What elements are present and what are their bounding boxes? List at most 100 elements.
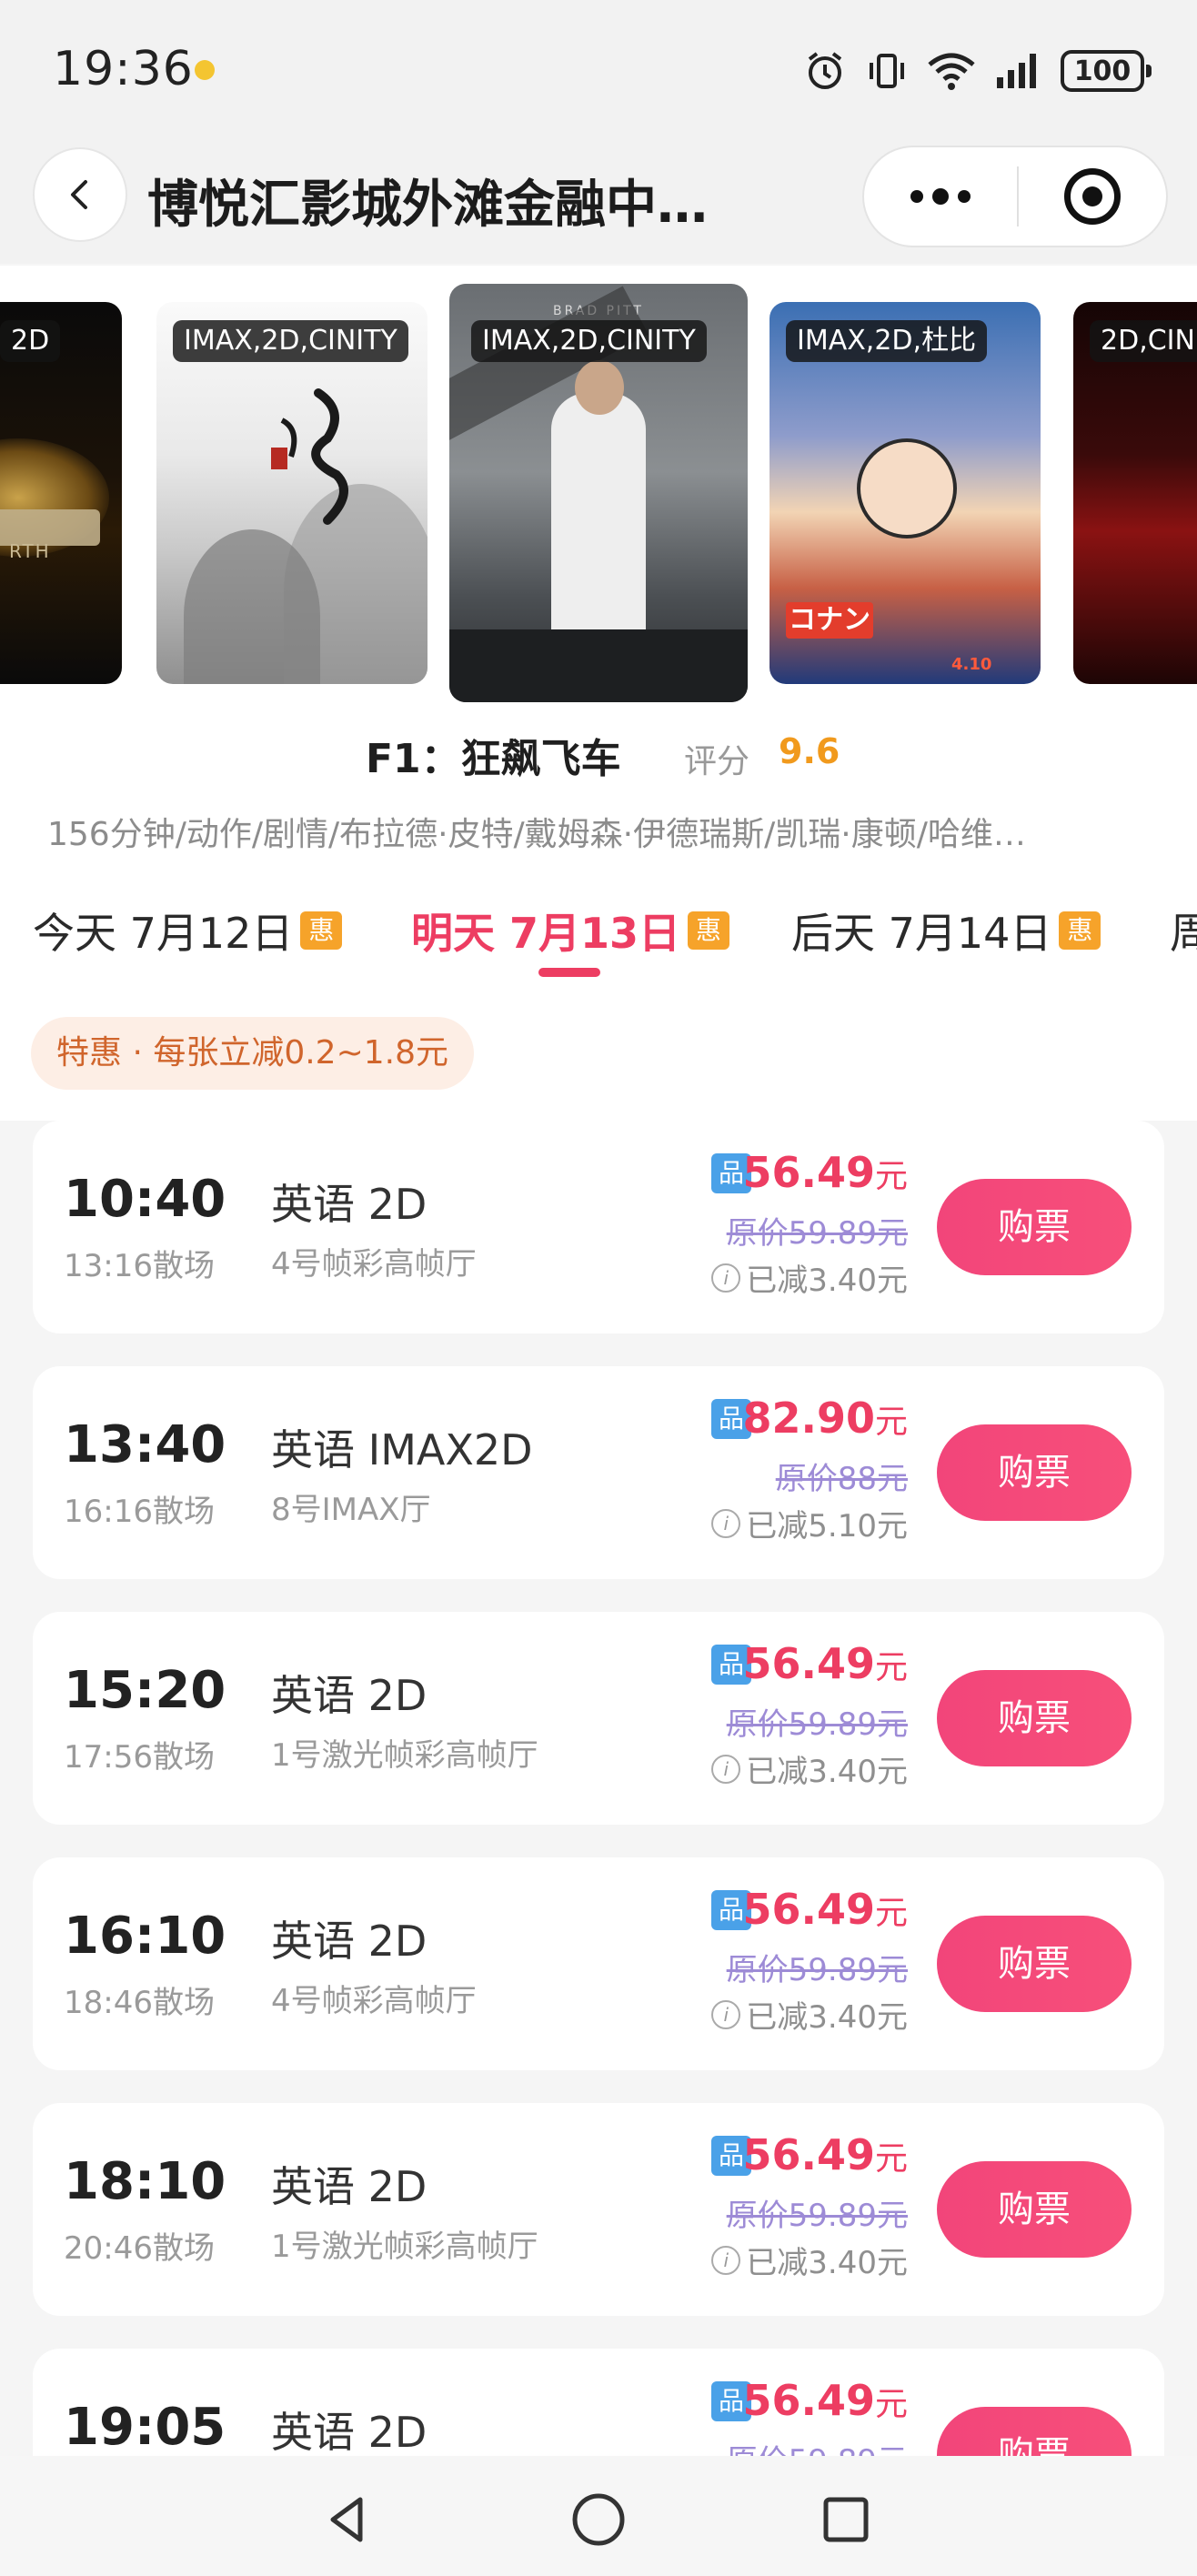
original-price: 原价59.89元	[727, 2436, 908, 2456]
rating-label: 评分	[684, 743, 750, 780]
poster-card[interactable]: RTH 2D	[0, 302, 122, 684]
tab-today[interactable]: 今天 7月12日 惠	[33, 897, 343, 964]
showtime-card[interactable]: 10:40 13:16散场 英语 2D 4号帧彩高帧厅 品 56.49元 原价5…	[33, 1121, 1164, 1333]
show-end-time: 17:56散场	[64, 1739, 215, 1776]
showtime-card[interactable]: 18:10 20:46散场 英语 2D 1号激光帧彩高帧厅 品 56.49元 原…	[33, 2103, 1164, 2316]
showtime-list[interactable]: 10:40 13:16散场 英语 2D 4号帧彩高帧厅 品 56.49元 原价5…	[0, 1121, 1197, 2456]
show-hall: 1号激光帧彩高帧厅	[271, 2229, 538, 2265]
home-nav-button[interactable]	[562, 2483, 635, 2556]
poster-logo: コナン	[786, 602, 873, 639]
poster-format-tag: 2D	[0, 320, 61, 362]
discount-amount: i 已减3.40元	[711, 1992, 908, 2037]
discount-amount: i 已减5.10元	[711, 1501, 908, 1545]
vibrate-icon	[870, 54, 904, 88]
poster-art	[449, 629, 748, 702]
current-price: 56.49元	[742, 1639, 908, 1688]
close-mini-program-button[interactable]	[1019, 147, 1166, 246]
buy-ticket-button[interactable]: 购票	[937, 2407, 1132, 2456]
discount-badge: 惠	[688, 911, 730, 950]
page-title: 博悦汇影城外滩金融中…	[147, 176, 708, 235]
original-price: 原价59.89元	[726, 1215, 908, 1252]
tab-tomorrow[interactable]: 明天 7月13日 惠	[411, 897, 730, 964]
active-tab-indicator	[538, 968, 600, 977]
showtime-card[interactable]: 16:10 18:46散场 英语 2D 4号帧彩高帧厅 品 56.49元 原价5…	[33, 1857, 1164, 2070]
showtime-card[interactable]: 19:05 英语 2D 品 56.49元 原价59.89元 购票	[33, 2349, 1164, 2456]
original-price: 原价59.89元	[726, 2198, 908, 2234]
tab-label: 后天 7月14日	[791, 909, 1052, 958]
poster-card[interactable]: IMAX,2D,CINITY	[156, 302, 428, 684]
triangle-back-icon	[330, 2497, 363, 2542]
show-language-format: 英语 2D	[271, 1917, 428, 1966]
price-box: 品 56.49元 原价59.89元 i 已减3.40元	[689, 1148, 908, 1308]
poster-card[interactable]: コナン 4.10 IMAX,2D,杜比	[770, 302, 1041, 684]
show-language-format: 英语 2D	[271, 2408, 428, 2456]
movie-info[interactable]: 156分钟/动作/剧情/布拉德·皮特/戴姆森·伊德瑞斯/凯瑞·康顿/哈维…	[47, 808, 1150, 855]
info-icon[interactable]: i	[711, 1754, 741, 1784]
tab-label: 周	[1170, 909, 1197, 958]
square-recents-icon	[823, 2497, 869, 2542]
show-hall: 4号帧彩高帧厅	[271, 1246, 477, 1283]
price-box: 品 82.90元 原价88元 i 已减5.10元	[689, 1394, 908, 1554]
discount-badge: 惠	[1059, 911, 1101, 950]
date-tabs: 今天 7月12日 惠 明天 7月13日 惠 后天 7月14日 惠 周	[0, 897, 1197, 988]
wifi-icon	[928, 53, 975, 90]
status-icons: 100	[802, 45, 1152, 96]
show-end-time: 13:16散场	[64, 1248, 215, 1284]
show-start-time: 18:10	[64, 2152, 226, 2211]
show-end-time: 18:46散场	[64, 1985, 215, 2021]
poster-calligraphy	[271, 388, 348, 525]
current-price: 56.49元	[742, 2376, 908, 2425]
signal-icon	[997, 54, 1036, 88]
mini-program-capsule	[862, 146, 1168, 247]
buy-ticket-button[interactable]: 购票	[937, 1670, 1132, 1766]
current-price: 56.49元	[742, 2130, 908, 2179]
show-end-time: 20:46散场	[64, 2230, 215, 2267]
poster-format-tag: IMAX,2D,杜比	[786, 320, 988, 362]
info-icon[interactable]: i	[711, 2245, 741, 2275]
poster-card[interactable]: 2D,CINIT	[1073, 302, 1197, 684]
back-nav-button[interactable]	[311, 2483, 384, 2556]
buy-ticket-button[interactable]: 购票	[937, 1179, 1132, 1275]
tab-day-after-tomorrow[interactable]: 后天 7月14日 惠	[791, 897, 1101, 964]
price-box: 品 56.49元 原价59.89元 i 已减3.40元	[689, 1639, 908, 1799]
show-start-time: 16:10	[64, 1907, 226, 1966]
tab-weekday[interactable]: 周	[1170, 897, 1197, 964]
show-end-time: 16:16散场	[64, 1494, 215, 1530]
price-box: 品 56.49元 原价59.89元 i 已减3.40元	[689, 2130, 908, 2290]
system-nav-bar	[0, 2456, 1197, 2576]
poster-format-tag: IMAX,2D,CINITY	[173, 320, 408, 362]
show-language-format: 英语 2D	[271, 2162, 428, 2211]
show-hall: 4号帧彩高帧厅	[271, 1983, 477, 2019]
target-circle-icon	[1064, 168, 1121, 225]
original-price: 原价59.89元	[726, 1952, 908, 1988]
promo-banner: 特惠 · 每张立减0.2~1.8元	[31, 1017, 474, 1090]
poster-card-selected[interactable]: BRAD PITT IMAX,2D,CINITY	[449, 284, 748, 702]
info-icon[interactable]: i	[711, 1999, 741, 2029]
tab-label: 明天 7月13日	[411, 909, 681, 958]
price-box: 品 56.49元 原价59.89元	[689, 2376, 908, 2456]
info-icon[interactable]: i	[711, 1508, 741, 1538]
buy-ticket-button[interactable]: 购票	[937, 1916, 1132, 2012]
current-price: 56.49元	[742, 1885, 908, 1934]
showtime-card[interactable]: 13:40 16:16散场 英语 IMAX2D 8号IMAX厅 品 82.90元…	[33, 1366, 1164, 1579]
price-box: 品 56.49元 原价59.89元 i 已减3.40元	[689, 1885, 908, 2045]
info-icon[interactable]: i	[711, 1263, 741, 1293]
more-dots-icon[interactable]	[864, 147, 1017, 246]
current-price: 82.90元	[742, 1394, 908, 1443]
buy-ticket-button[interactable]: 购票	[937, 1424, 1132, 1521]
poster-art	[551, 393, 646, 666]
buy-ticket-button[interactable]: 购票	[937, 2161, 1132, 2258]
back-button[interactable]	[33, 147, 127, 242]
show-language-format: 英语 2D	[271, 1180, 428, 1229]
show-hall: 8号IMAX厅	[271, 1492, 431, 1528]
original-price: 原价88元	[775, 1461, 908, 1497]
poster-format-tag: 2D,CINIT	[1090, 320, 1197, 362]
status-bar: 19:36 100	[0, 0, 1197, 136]
recents-nav-button[interactable]	[810, 2483, 882, 2556]
poster-format-tag: IMAX,2D,CINITY	[471, 320, 707, 362]
show-start-time: 15:20	[64, 1661, 226, 1720]
app-screen: 19:36 100 博悦汇影城外滩金融中… RTH 2D IMAX,2D,CIN…	[0, 0, 1197, 2576]
discount-amount: i 已减3.40元	[711, 1255, 908, 1300]
poster-text: RTH	[9, 540, 51, 562]
showtime-card[interactable]: 15:20 17:56散场 英语 2D 1号激光帧彩高帧厅 品 56.49元 原…	[33, 1612, 1164, 1825]
